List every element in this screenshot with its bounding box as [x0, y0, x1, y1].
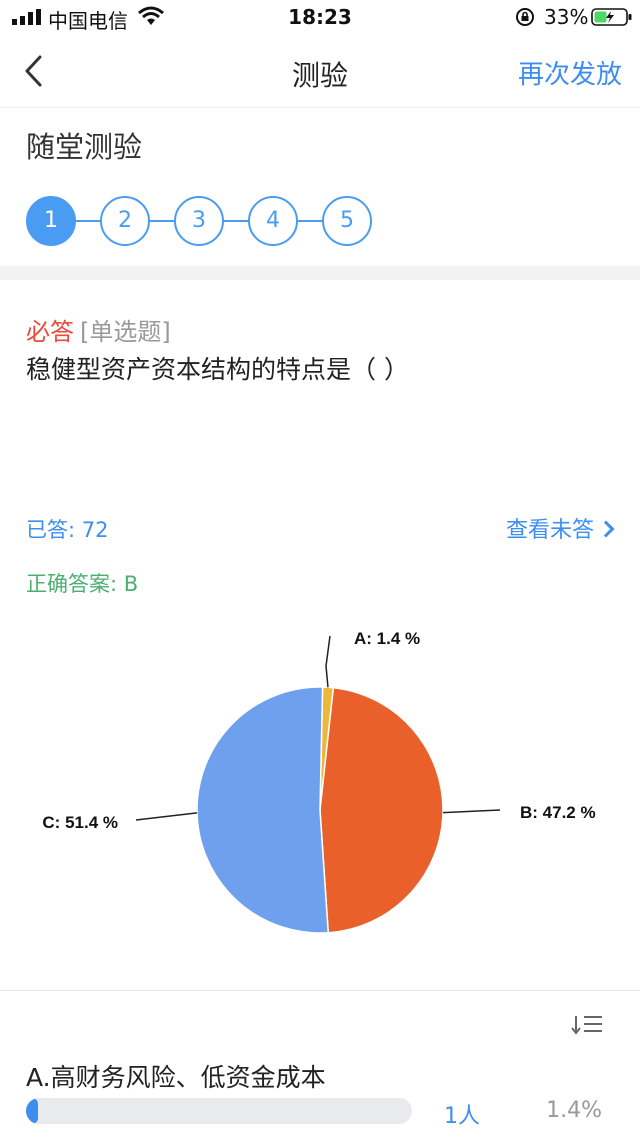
step-2[interactable]: 2 [100, 196, 150, 246]
step-3[interactable]: 3 [174, 196, 224, 246]
pie-label-a: A: 1.4 % [354, 629, 420, 648]
rotation-lock-icon [516, 8, 534, 26]
step-5[interactable]: 5 [322, 196, 372, 246]
pie-label-b: B: 47.2 % [520, 803, 596, 822]
correct-answer: 正确答案: B [26, 572, 139, 596]
step-connector [150, 220, 174, 222]
option-progress-fill [26, 1098, 38, 1124]
section-divider [0, 266, 640, 280]
resend-button[interactable]: 再次发放 [518, 54, 622, 91]
option-label: A.高财务风险、低资金成本 [26, 1063, 326, 1092]
question-text: 稳健型资产资本结构的特点是（ ） [26, 355, 409, 384]
pie-leader-line [442, 809, 501, 814]
option-progress-bar [26, 1098, 412, 1124]
pie-slice-b [319, 686, 444, 934]
answered-count: 已答: 72 [26, 518, 109, 542]
pie-leader-line [135, 812, 198, 821]
step-connector [298, 220, 322, 222]
sort-icon[interactable] [570, 1014, 604, 1036]
divider [0, 990, 640, 991]
pie-label-c: C: 51.4 % [42, 813, 118, 832]
option-count[interactable]: 1人 [444, 1098, 480, 1130]
option-percent: 1.4% [546, 1098, 602, 1123]
step-connector [224, 220, 248, 222]
view-unanswered-label: 查看未答 [505, 518, 594, 543]
step-connector [76, 220, 100, 222]
answer-pie-chart: A: 1.4 % B: 47.2 % C: 51.4 % [42, 629, 596, 934]
pie-leader-line [325, 635, 331, 688]
step-1[interactable]: 1 [26, 196, 76, 246]
chevron-right-icon [597, 520, 615, 538]
required-tag: 必答 [26, 318, 74, 346]
step-4[interactable]: 4 [248, 196, 298, 246]
battery-icon [591, 8, 632, 26]
view-unanswered-link[interactable]: 查看未答 [505, 512, 615, 544]
section-title: 随堂测验 [26, 130, 143, 164]
question-stepper: 1 2 3 4 5 [26, 196, 376, 246]
question-type: [单选题] [80, 318, 171, 346]
question-header: 必答 [单选题] [26, 312, 171, 347]
battery-percent: 33% [544, 5, 589, 29]
nav-bar: 测验 再次发放 [0, 36, 640, 108]
pie-slice-c [196, 686, 330, 934]
status-bar: 中国电信 18:23 33% [0, 0, 640, 36]
